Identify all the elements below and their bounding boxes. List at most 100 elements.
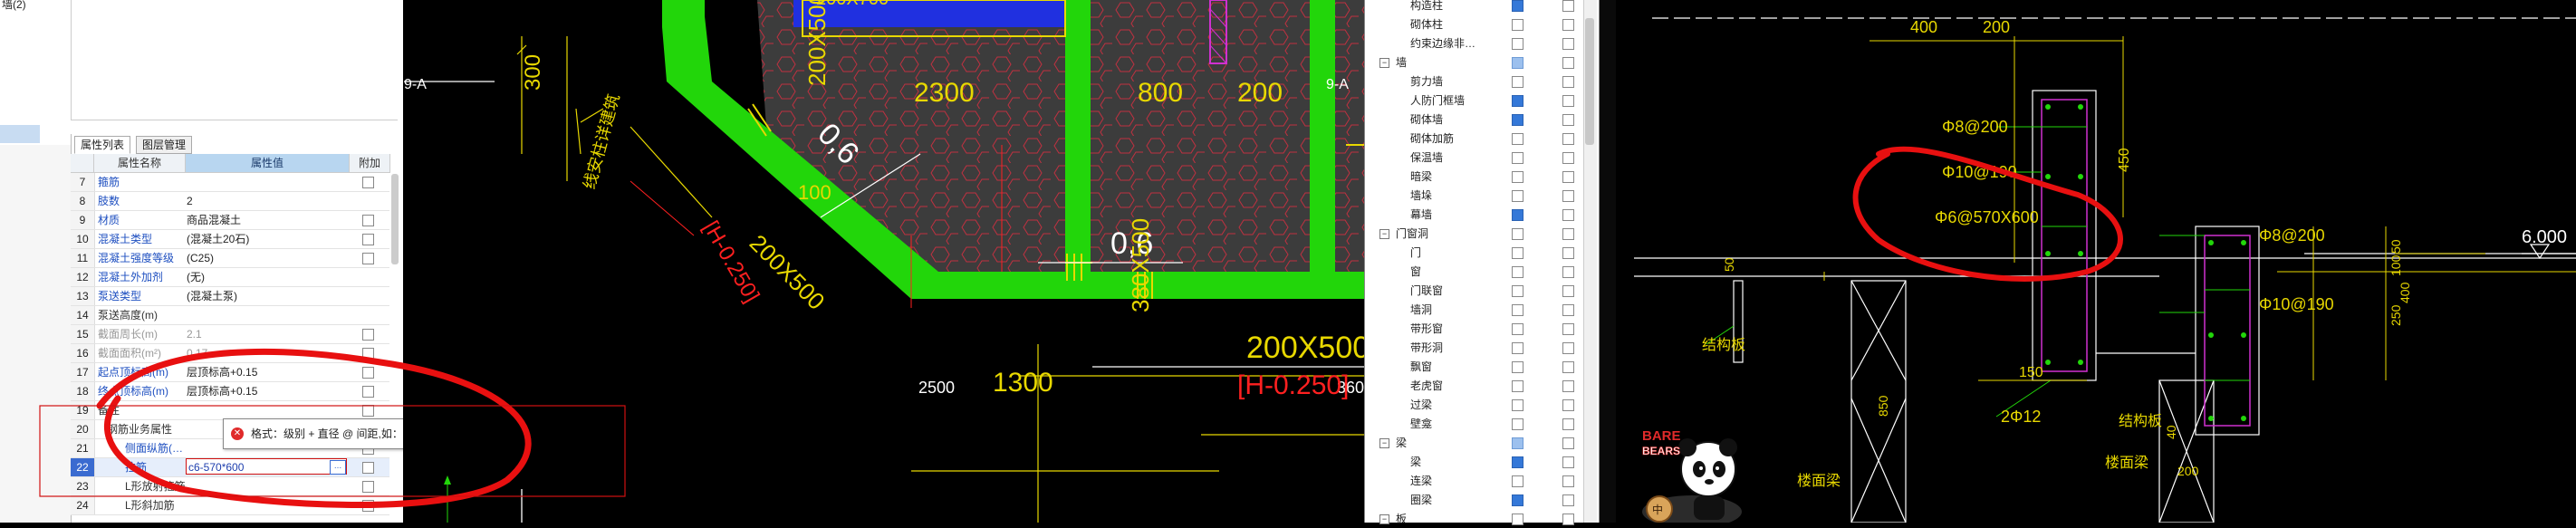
layer-row[interactable]: 飘窗 <box>1365 358 1599 376</box>
layer-row[interactable]: 连梁 <box>1365 472 1599 490</box>
layer-secondary-checkbox[interactable] <box>1562 247 1574 259</box>
layer-row[interactable]: 窗 <box>1365 263 1599 281</box>
layer-row[interactable]: − 梁 <box>1365 434 1599 452</box>
layer-visible-checkbox[interactable] <box>1512 38 1523 50</box>
layer-visible-checkbox[interactable] <box>1512 399 1523 411</box>
collapse-toggle-icon[interactable]: − <box>1379 58 1389 68</box>
layer-row[interactable]: 老虎窗 <box>1365 377 1599 395</box>
layer-row[interactable]: 壁龛 <box>1365 415 1599 433</box>
layer-row[interactable]: 剪力墙 <box>1365 72 1599 91</box>
layer-secondary-checkbox[interactable] <box>1562 19 1574 31</box>
layer-visible-checkbox[interactable] <box>1512 95 1523 107</box>
layer-secondary-checkbox[interactable] <box>1562 361 1574 373</box>
layer-secondary-checkbox[interactable] <box>1562 190 1574 202</box>
layer-visible-checkbox[interactable] <box>1512 209 1523 221</box>
dim-380x500: 380X500 <box>1127 218 1154 312</box>
layer-visible-checkbox[interactable] <box>1512 456 1523 468</box>
collapse-toggle-icon[interactable]: − <box>1379 229 1389 239</box>
elevation-label: 6.000 <box>2522 227 2567 247</box>
layer-secondary-checkbox[interactable] <box>1562 76 1574 88</box>
layer-secondary-checkbox[interactable] <box>1562 437 1574 449</box>
layer-visible-checkbox[interactable] <box>1512 418 1523 430</box>
layer-secondary-checkbox[interactable] <box>1562 38 1574 50</box>
layer-visible-checkbox[interactable] <box>1512 380 1523 392</box>
layer-row[interactable]: 梁 <box>1365 453 1599 471</box>
layer-secondary-checkbox[interactable] <box>1562 266 1574 278</box>
layer-row[interactable]: 门 <box>1365 244 1599 262</box>
layer-secondary-checkbox[interactable] <box>1562 57 1574 69</box>
layer-visible-checkbox[interactable] <box>1512 342 1523 354</box>
layer-secondary-checkbox[interactable] <box>1562 475 1574 487</box>
layer-scrollbar-thumb[interactable] <box>1585 18 1594 145</box>
layer-secondary-checkbox[interactable] <box>1562 456 1574 468</box>
layer-row[interactable]: 砌体加筋 <box>1365 130 1599 148</box>
layer-visible-checkbox[interactable] <box>1512 114 1523 126</box>
layer-row[interactable]: 墙洞 <box>1365 301 1599 319</box>
layer-secondary-checkbox[interactable] <box>1562 152 1574 164</box>
layer-secondary-checkbox[interactable] <box>1562 399 1574 411</box>
layer-label: 窗 <box>1410 265 1422 278</box>
layer-visible-checkbox[interactable] <box>1512 437 1523 449</box>
layer-visible-checkbox[interactable] <box>1512 76 1523 88</box>
collapse-toggle-icon[interactable]: − <box>1379 438 1389 448</box>
layer-visible-checkbox[interactable] <box>1512 152 1523 164</box>
layer-row[interactable]: 过梁 <box>1365 396 1599 414</box>
layer-secondary-checkbox[interactable] <box>1562 494 1574 506</box>
layer-label: 墙洞 <box>1410 303 1433 316</box>
layer-row[interactable]: 暗梁 <box>1365 168 1599 186</box>
layer-secondary-checkbox[interactable] <box>1562 418 1574 430</box>
layer-visible-checkbox[interactable] <box>1512 285 1523 297</box>
layer-visible-checkbox[interactable] <box>1512 171 1523 183</box>
layer-secondary-checkbox[interactable] <box>1562 304 1574 316</box>
dim-200: 200 <box>1983 18 2010 36</box>
dim-200-b: 200 <box>2177 464 2199 478</box>
layer-label: 剪力墙 <box>1410 75 1444 88</box>
layer-visible-checkbox[interactable] <box>1512 0 1523 12</box>
layer-row[interactable]: 圈梁 <box>1365 491 1599 509</box>
layer-secondary-checkbox[interactable] <box>1562 114 1574 126</box>
layer-visible-checkbox[interactable] <box>1512 494 1523 506</box>
layer-secondary-checkbox[interactable] <box>1562 323 1574 335</box>
layer-secondary-checkbox[interactable] <box>1562 133 1574 145</box>
layer-visible-checkbox[interactable] <box>1512 514 1523 525</box>
layer-visible-checkbox[interactable] <box>1512 361 1523 373</box>
layer-visible-checkbox[interactable] <box>1512 247 1523 259</box>
cad-view-right[interactable]: 400 200 Φ8@200 Φ10@190 Φ6@570X600 Φ8@200… <box>1616 0 2576 523</box>
layer-row[interactable]: 人防门框墙 <box>1365 91 1599 110</box>
layer-visible-checkbox[interactable] <box>1512 475 1523 487</box>
layer-visible-checkbox[interactable] <box>1512 304 1523 316</box>
layer-visible-checkbox[interactable] <box>1512 266 1523 278</box>
layer-visible-checkbox[interactable] <box>1512 57 1523 69</box>
layer-secondary-checkbox[interactable] <box>1562 209 1574 221</box>
layer-row[interactable]: − 墙 <box>1365 53 1599 72</box>
layer-label: 暗梁 <box>1410 170 1433 183</box>
layer-secondary-checkbox[interactable] <box>1562 380 1574 392</box>
layer-row[interactable]: − 门窗洞 <box>1365 225 1599 243</box>
layer-row[interactable]: 约束边缘非… <box>1365 34 1599 53</box>
layer-secondary-checkbox[interactable] <box>1562 171 1574 183</box>
layer-visible-checkbox[interactable] <box>1512 190 1523 202</box>
layer-secondary-checkbox[interactable] <box>1562 342 1574 354</box>
layer-row[interactable]: 门联窗 <box>1365 282 1599 300</box>
layer-row[interactable]: 带形窗 <box>1365 320 1599 338</box>
layer-visible-checkbox[interactable] <box>1512 228 1523 240</box>
layer-row[interactable]: − 板 <box>1365 510 1599 528</box>
layer-secondary-checkbox[interactable] <box>1562 228 1574 240</box>
layer-visible-checkbox[interactable] <box>1512 133 1523 145</box>
layer-row[interactable]: 幕墙 <box>1365 206 1599 224</box>
layer-secondary-checkbox[interactable] <box>1562 95 1574 107</box>
layer-secondary-checkbox[interactable] <box>1562 0 1574 12</box>
layer-visible-checkbox[interactable] <box>1512 19 1523 31</box>
layer-row[interactable]: 墙垛 <box>1365 187 1599 205</box>
layer-row[interactable]: 砌体墙 <box>1365 110 1599 129</box>
layer-row[interactable]: 砌体柱 <box>1365 15 1599 34</box>
layer-secondary-checkbox[interactable] <box>1562 285 1574 297</box>
layer-row[interactable]: 构造柱 <box>1365 0 1599 14</box>
axis-label-right: 9-A <box>1326 77 1349 92</box>
layer-row[interactable]: 保温墙 <box>1365 149 1599 167</box>
layer-secondary-checkbox[interactable] <box>1562 514 1574 525</box>
collapse-toggle-icon[interactable]: − <box>1379 514 1389 524</box>
dim-2500: 2500 <box>918 379 955 397</box>
layer-visible-checkbox[interactable] <box>1512 323 1523 335</box>
layer-row[interactable]: 带形洞 <box>1365 339 1599 357</box>
